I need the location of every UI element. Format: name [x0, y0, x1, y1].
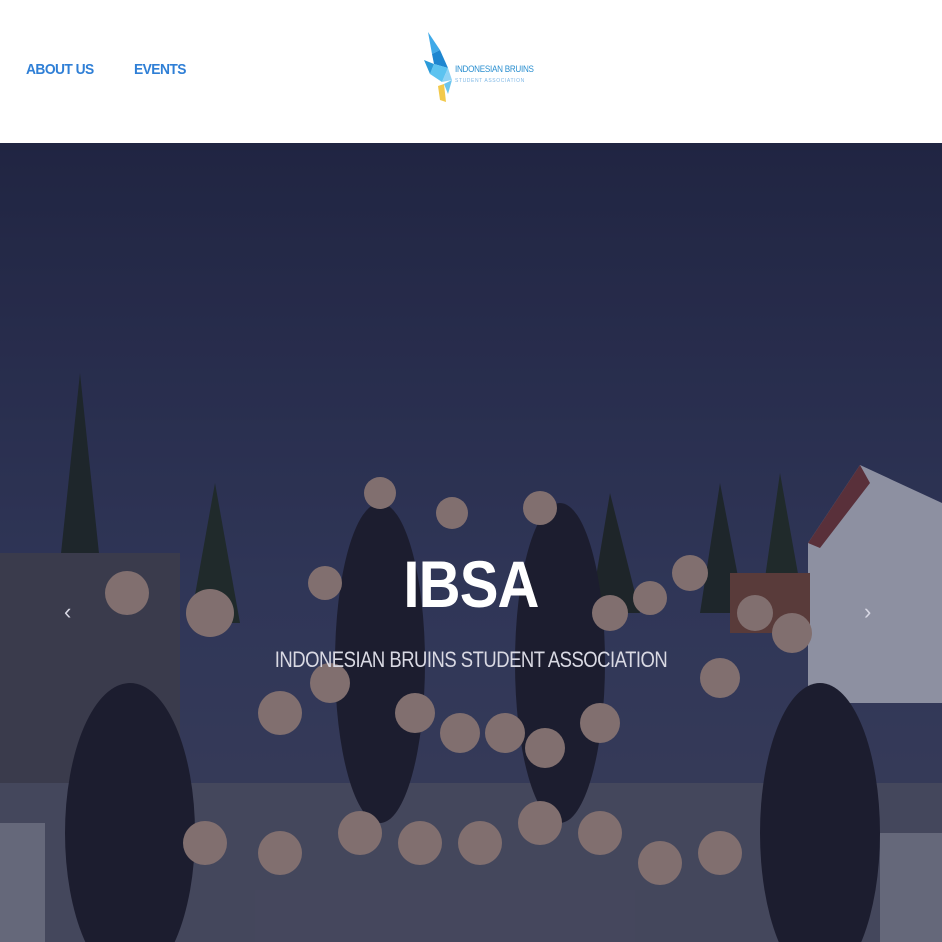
- chevron-right-icon[interactable]: ›: [864, 599, 871, 625]
- hero-title: IBSA: [403, 547, 539, 621]
- hero-dark-overlay: [0, 143, 942, 942]
- nav-link-about-us[interactable]: ABOUT US: [26, 61, 94, 78]
- page: ABOUT US EVENTS INDONESIAN BRUINS STUDEN…: [0, 0, 942, 942]
- main-nav: ABOUT US EVENTS: [26, 61, 190, 78]
- nav-link-events[interactable]: EVENTS: [134, 61, 186, 78]
- hero-carousel: IBSA INDONESIAN BRUINS STUDENT ASSOCIATI…: [0, 143, 942, 942]
- hero-subtitle: INDONESIAN BRUINS STUDENT ASSOCIATION: [274, 647, 668, 672]
- chevron-left-icon[interactable]: ‹: [64, 599, 71, 625]
- site-header: ABOUT US EVENTS INDONESIAN BRUINS STUDEN…: [0, 0, 942, 143]
- logo-subtitle: STUDENT ASSOCIATION: [455, 78, 525, 84]
- logo-title: INDONESIAN BRUINS: [455, 64, 534, 74]
